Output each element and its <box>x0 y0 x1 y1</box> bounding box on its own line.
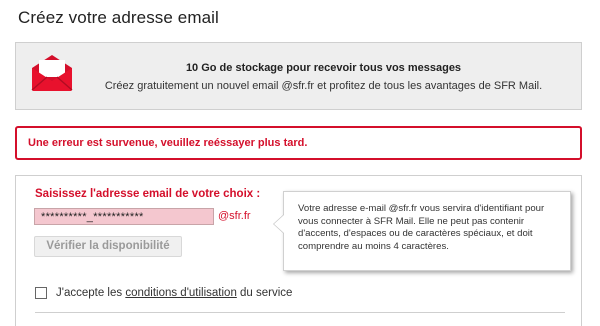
email-field[interactable] <box>34 208 214 225</box>
tooltip-text: Votre adresse e-mail @sfr.fr vous servir… <box>298 203 545 252</box>
promo-title: 10 Go de stockage pour recevoir tous vos… <box>185 62 462 74</box>
email-form: Saisissez l'adresse email de votre choix… <box>15 175 582 326</box>
error-alert: Une erreur est survenue, veuillez reéssa… <box>15 126 582 160</box>
divider <box>35 312 565 313</box>
terms-checkbox[interactable] <box>35 287 47 299</box>
terms-suffix: du service <box>236 287 293 299</box>
tooltip-arrow-inner <box>274 215 284 233</box>
error-message: Une erreur est survenue, veuillez reéssa… <box>28 137 308 149</box>
page-title: Créez votre adresse email <box>18 8 219 27</box>
email-field-label: Saisissez l'adresse email de votre choix… <box>35 188 261 200</box>
terms-prefix: J'accepte les <box>56 287 126 299</box>
terms-link[interactable]: conditions d'utilisation <box>125 287 237 299</box>
terms-row: J'accepte les conditions d'utilisation d… <box>35 286 292 300</box>
help-tooltip: Votre adresse e-mail @sfr.fr vous servir… <box>273 191 571 271</box>
promo-banner: 10 Go de stockage pour recevoir tous vos… <box>15 42 582 110</box>
promo-text: Créez gratuitement un nouvel email @sfr.… <box>104 80 543 92</box>
verify-availability-button[interactable]: Vérifier la disponibilité <box>34 236 182 257</box>
domain-suffix: @sfr.fr <box>218 210 251 222</box>
terms-text: J'accepte les conditions d'utilisation d… <box>56 287 292 299</box>
